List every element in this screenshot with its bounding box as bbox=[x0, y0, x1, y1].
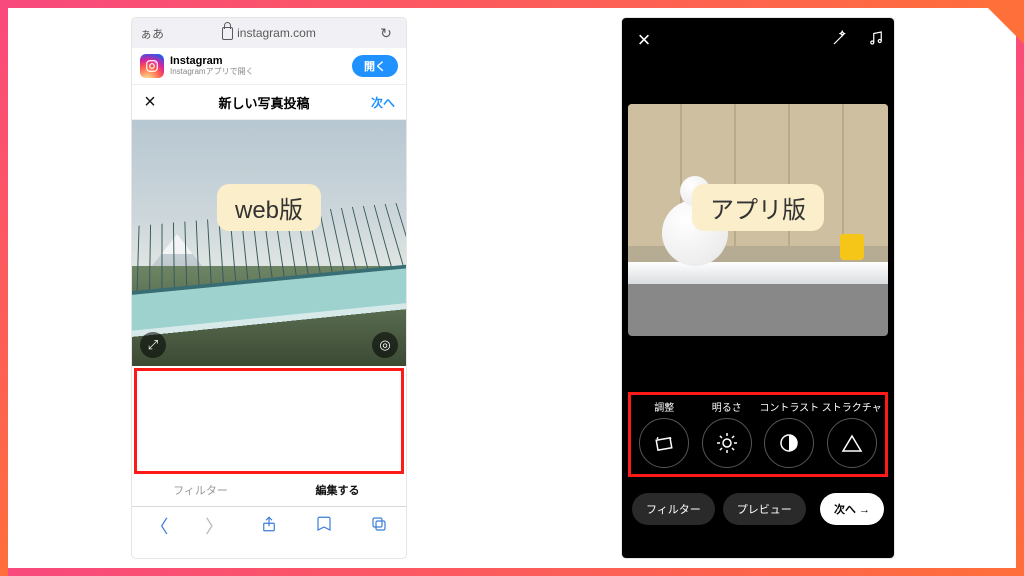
web-phone: ぁあ instagram.com ↻ Instagram Instagramアプ… bbox=[132, 18, 406, 558]
sun-icon bbox=[702, 418, 752, 468]
photo-preview: アプリ版 bbox=[628, 104, 888, 336]
new-post-header: × 新しい写真投稿 次へ bbox=[132, 85, 406, 120]
contrast-icon bbox=[764, 418, 814, 468]
highlighted-empty-area bbox=[134, 368, 404, 474]
tabs-icon[interactable] bbox=[370, 515, 388, 538]
page-title: 新しい写真投稿 bbox=[168, 93, 360, 112]
next-button[interactable]: 次へ → bbox=[820, 493, 884, 525]
safari-toolbar: 〈 〉 bbox=[132, 506, 406, 545]
music-icon[interactable] bbox=[858, 29, 894, 52]
tool-structure[interactable]: ストラクチャ bbox=[821, 399, 884, 468]
preview-button[interactable]: プレビュー bbox=[723, 493, 806, 525]
close-button[interactable]: × bbox=[622, 27, 666, 53]
tool-adjust[interactable]: 調整 bbox=[633, 399, 696, 468]
instagram-logo-icon bbox=[140, 54, 164, 78]
close-button[interactable]: × bbox=[132, 91, 168, 114]
forward-icon[interactable]: 〉 bbox=[205, 513, 223, 539]
url-text: instagram.com bbox=[237, 26, 316, 40]
tool-contrast[interactable]: コントラスト bbox=[758, 399, 821, 468]
safari-aa-button[interactable]: ぁあ bbox=[132, 25, 172, 42]
back-icon[interactable]: 〈 bbox=[150, 513, 168, 539]
adjust-icon bbox=[639, 418, 689, 468]
triangle-icon bbox=[827, 418, 877, 468]
tab-filter[interactable]: フィルター bbox=[132, 482, 269, 498]
magic-wand-icon[interactable] bbox=[822, 29, 858, 52]
share-icon[interactable] bbox=[260, 515, 278, 538]
open-app-button[interactable]: 開く bbox=[352, 55, 398, 77]
annotation-web-label: web版 bbox=[217, 184, 321, 231]
web-edit-tabs: フィルター 編集する bbox=[132, 474, 406, 506]
app-editor-header: × bbox=[622, 18, 894, 62]
expand-icon[interactable]: ⤢ bbox=[140, 332, 166, 358]
app-phone: × アプリ版 調整 明るさ コントラス bbox=[622, 18, 894, 558]
safari-url[interactable]: instagram.com bbox=[172, 26, 366, 40]
open-in-app-banner: Instagram Instagramアプリで開く 開く bbox=[132, 48, 406, 85]
reload-icon[interactable]: ↻ bbox=[366, 25, 406, 42]
annotation-app-label: アプリ版 bbox=[692, 184, 824, 231]
highlighted-edit-tools: 調整 明るさ コントラスト ストラクチャ bbox=[628, 392, 888, 477]
bucket bbox=[840, 234, 864, 260]
bookmarks-icon[interactable] bbox=[315, 515, 333, 538]
multi-select-icon[interactable]: ◎ bbox=[372, 332, 398, 358]
tool-brightness[interactable]: 明るさ bbox=[696, 399, 759, 468]
next-button[interactable]: 次へ bbox=[360, 94, 406, 111]
tab-edit[interactable]: 編集する bbox=[269, 482, 406, 498]
banner-title: Instagram bbox=[170, 55, 254, 67]
corner-decoration bbox=[980, 0, 1024, 44]
safari-address-bar: ぁあ instagram.com ↻ bbox=[132, 18, 406, 48]
lock-icon bbox=[222, 27, 233, 40]
app-bottom-bar: フィルター プレビュー 次へ → bbox=[622, 485, 894, 533]
banner-subtitle: Instagramアプリで開く bbox=[170, 67, 254, 77]
photo-preview: ⤢ ◎ web版 bbox=[132, 120, 406, 366]
filter-button[interactable]: フィルター bbox=[632, 493, 715, 525]
